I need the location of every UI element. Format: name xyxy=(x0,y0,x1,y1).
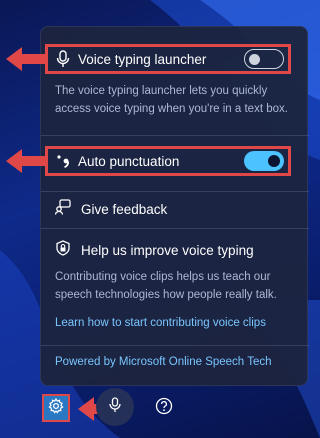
contribution-description: Contributing voice clips helps us teach … xyxy=(55,271,277,301)
divider xyxy=(41,191,309,192)
powered-by-link[interactable]: Powered by Microsoft Online Speech Tech xyxy=(55,356,271,368)
learn-contributing-link[interactable]: Learn how to start contributing voice cl… xyxy=(55,317,266,329)
settings-button[interactable] xyxy=(42,394,70,422)
improve-voice-typing-title: Help us improve voice typing xyxy=(81,243,254,258)
shield-lock-icon xyxy=(55,240,71,261)
improve-voice-typing-heading: Help us improve voice typing xyxy=(55,240,254,261)
toggle-knob xyxy=(249,53,260,65)
punctuation-icon xyxy=(48,153,78,169)
toggle-knob xyxy=(268,155,280,167)
voice-typing-launcher-toggle[interactable] xyxy=(244,49,284,69)
microphone-icon xyxy=(109,396,121,418)
help-icon xyxy=(155,397,173,420)
give-feedback-item[interactable]: Give feedback xyxy=(54,199,168,220)
microphone-icon xyxy=(48,50,78,68)
voice-typing-launcher-label: Voice typing launcher xyxy=(78,51,207,67)
annotation-arrow-icon xyxy=(4,44,50,79)
help-button[interactable] xyxy=(152,396,176,420)
divider xyxy=(41,135,309,136)
settings-gear-icon xyxy=(48,397,64,419)
auto-punctuation-toggle[interactable] xyxy=(244,151,284,171)
voice-typing-panel: Voice typing launcher The voice typing l… xyxy=(40,26,309,386)
divider xyxy=(41,345,309,346)
annotation-arrow-icon xyxy=(4,146,50,181)
launcher-description: The voice typing launcher lets you quick… xyxy=(55,85,288,115)
divider xyxy=(41,228,309,229)
give-feedback-label: Give feedback xyxy=(81,202,168,217)
auto-punctuation-label: Auto punctuation xyxy=(78,153,180,169)
feedback-icon xyxy=(54,199,71,220)
auto-punctuation-row[interactable]: Auto punctuation xyxy=(45,146,291,176)
voice-typing-launcher-row[interactable]: Voice typing launcher xyxy=(45,44,291,74)
microphone-button[interactable] xyxy=(96,388,134,426)
